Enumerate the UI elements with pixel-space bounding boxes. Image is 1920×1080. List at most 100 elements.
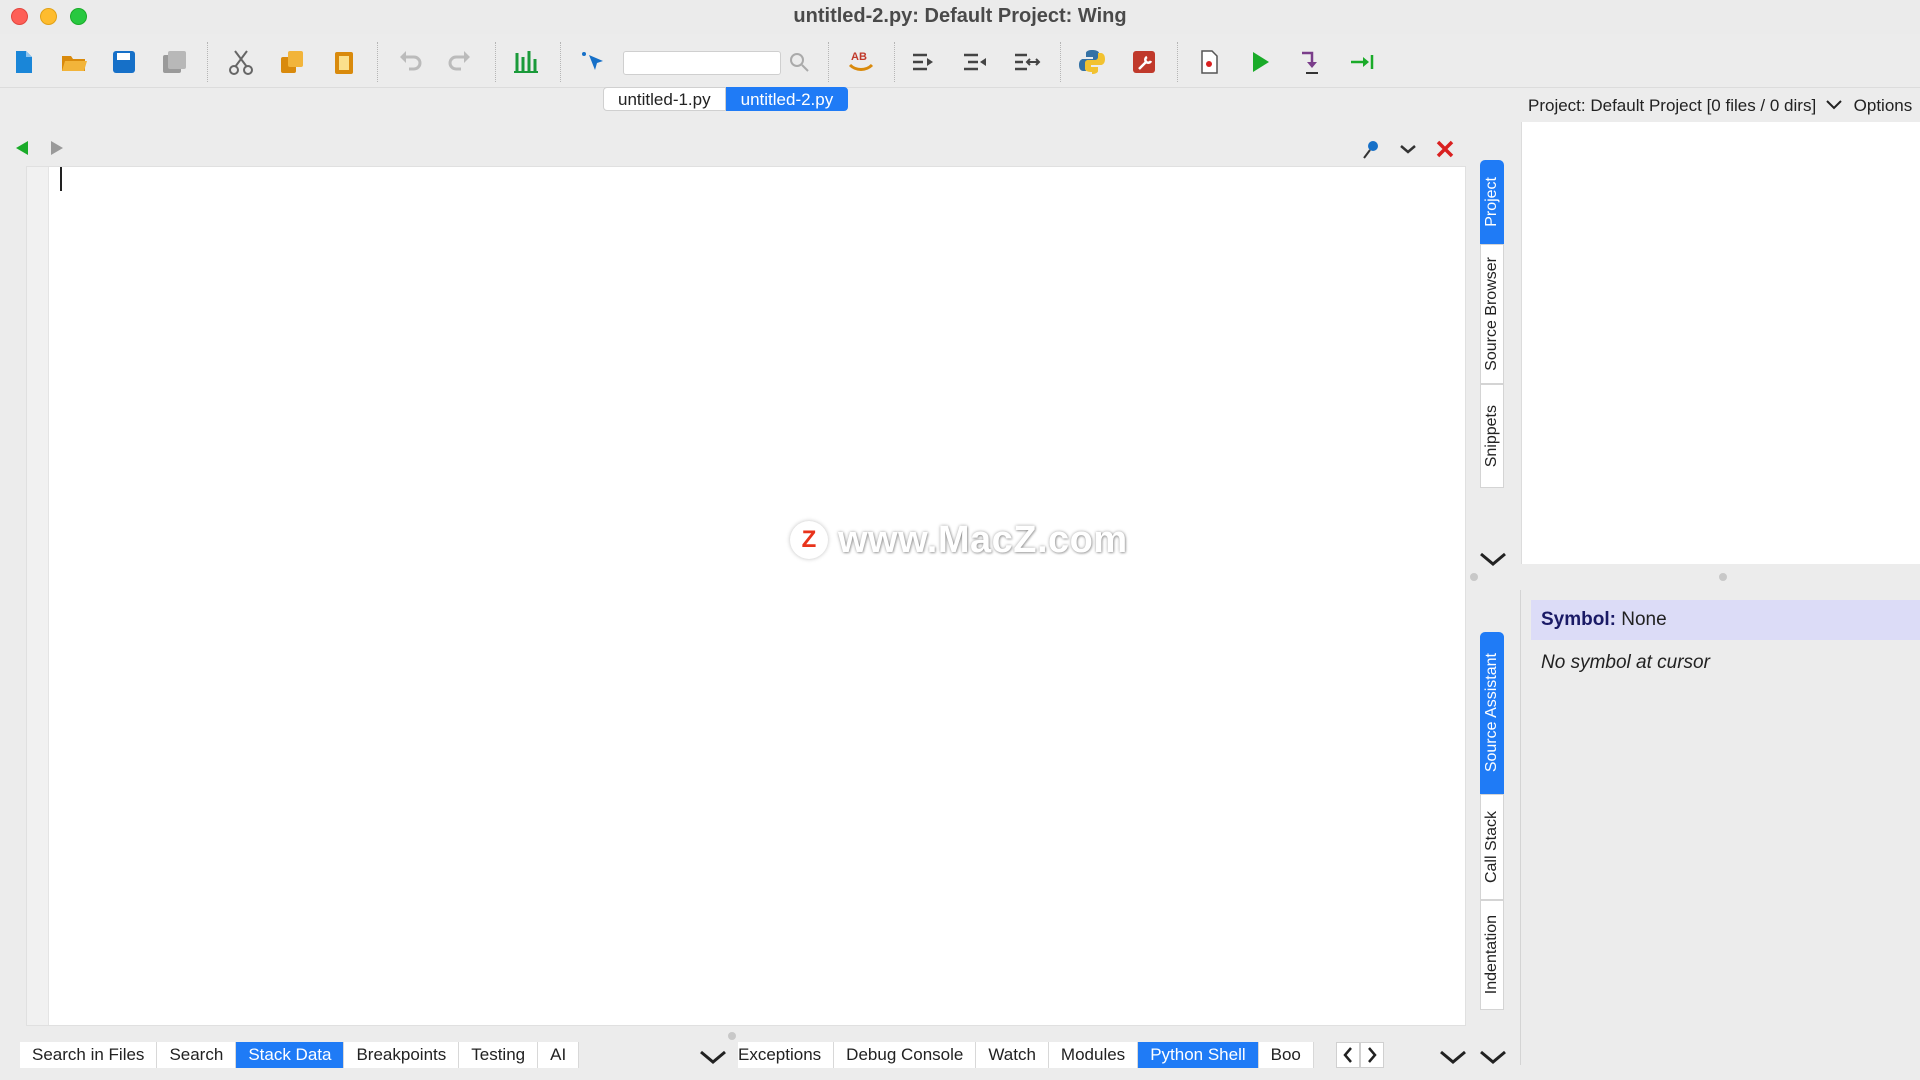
outdent-button[interactable] <box>957 44 993 80</box>
chevron-down-icon <box>1480 552 1506 566</box>
tab-bookmarks[interactable]: Boo <box>1258 1042 1314 1068</box>
tab-search-in-files[interactable]: Search in Files <box>20 1042 158 1068</box>
tab-call-stack[interactable]: Call Stack <box>1480 794 1504 900</box>
save-button[interactable] <box>106 44 142 80</box>
symbol-value: None <box>1621 609 1667 630</box>
debug-config-button[interactable] <box>1126 44 1162 80</box>
tab-snippets-label: Snippets <box>1483 404 1500 468</box>
bottom-right-panel-menu-button[interactable] <box>1436 1044 1470 1070</box>
right-splitter-handle[interactable] <box>1719 573 1727 581</box>
save-all-icon <box>163 51 186 73</box>
right-bottom-vertical-tabs: Source Assistant Call Stack Indentation <box>1480 632 1504 1010</box>
tab-breakpoints[interactable]: Breakpoints <box>344 1042 460 1068</box>
tab-project-label: Project <box>1483 177 1500 227</box>
run-button[interactable] <box>1242 44 1278 80</box>
tab-watch[interactable]: Watch <box>976 1042 1049 1068</box>
editor-header <box>0 130 1470 166</box>
chevron-down-icon <box>1440 1050 1466 1064</box>
pointer-icon <box>582 52 603 70</box>
toolbar-search-input[interactable] <box>623 51 781 75</box>
new-file-button[interactable] <box>5 44 41 80</box>
watermark: Z www.MacZ.com <box>790 518 1128 562</box>
tab-source-assistant[interactable]: Source Assistant <box>1480 632 1504 794</box>
tab-source-browser[interactable]: Source Browser <box>1480 244 1504 384</box>
editor-tab-bar: untitled-1.py untitled-2.py <box>603 87 849 111</box>
redo-button[interactable] <box>442 44 478 80</box>
undo-button[interactable] <box>392 44 428 80</box>
select-target-button[interactable] <box>575 44 611 80</box>
tab-indentation[interactable]: Indentation <box>1480 900 1504 1010</box>
tab-python-shell[interactable]: Python Shell <box>1138 1042 1259 1068</box>
indent-button[interactable] <box>906 44 942 80</box>
chevron-right-icon <box>1368 1047 1377 1063</box>
symbol-label: Symbol: <box>1541 609 1616 630</box>
step-out-button[interactable] <box>1344 44 1380 80</box>
bottom-left-tab-bar: Search in Files Search Stack Data Breakp… <box>20 1042 580 1068</box>
file-stop-icon <box>1201 50 1218 74</box>
right-top-vertical-tabs: Project Source Browser Snippets <box>1480 160 1504 488</box>
window-title: untitled-2.py: Default Project: Wing <box>793 5 1127 27</box>
project-header: Project: Default Project [0 files / 0 di… <box>1528 92 1920 120</box>
indent-icon <box>913 53 933 71</box>
right-bottom-panel-menu-button[interactable] <box>1476 1044 1510 1070</box>
no-symbol-message: No symbol at cursor <box>1541 652 1710 673</box>
project-title: Project: Default Project [0 files / 0 di… <box>1528 96 1817 115</box>
folder-open-icon <box>62 56 87 71</box>
text-cursor <box>60 167 62 191</box>
code-editor[interactable] <box>26 166 1466 1026</box>
save-all-button[interactable] <box>156 44 192 80</box>
tab-stack-data[interactable]: Stack Data <box>236 1042 345 1068</box>
indent-guides-button[interactable] <box>508 44 544 80</box>
project-options-button[interactable]: Options <box>1854 96 1913 115</box>
scroll-tabs-right-button[interactable] <box>1360 1042 1384 1068</box>
scroll-tabs-left-button[interactable] <box>1336 1042 1360 1068</box>
spell-check-button[interactable]: AB <box>843 44 879 80</box>
close-editor-button[interactable] <box>1432 136 1458 162</box>
search-icon <box>790 53 809 72</box>
editor-options-button[interactable] <box>1395 136 1421 162</box>
tab-modules[interactable]: Modules <box>1048 1042 1139 1068</box>
back-arrow-icon <box>16 141 28 155</box>
tab-project[interactable]: Project <box>1480 160 1504 244</box>
search-button[interactable] <box>781 44 817 80</box>
editor-tab-untitled-2[interactable]: untitled-2.py <box>725 87 849 111</box>
splitter-handle[interactable] <box>728 1032 736 1040</box>
bottom-left-panel-menu-button[interactable] <box>696 1044 730 1070</box>
stop-button[interactable] <box>1191 44 1227 80</box>
back-button[interactable] <box>10 136 34 160</box>
cut-button[interactable] <box>223 44 259 80</box>
tab-snippets[interactable]: Snippets <box>1480 384 1504 488</box>
open-file-button[interactable] <box>56 44 92 80</box>
copy-icon <box>281 51 303 73</box>
tab-source-browser-label: Source Browser <box>1483 257 1500 371</box>
symbol-row: Symbol: None <box>1531 600 1920 640</box>
copy-button[interactable] <box>274 44 310 80</box>
paste-button[interactable] <box>326 44 362 80</box>
forward-button[interactable] <box>45 136 69 160</box>
undo-icon <box>400 51 422 71</box>
right-top-panel-menu-button[interactable] <box>1476 546 1510 572</box>
editor-tab-untitled-1[interactable]: untitled-1.py <box>603 87 726 111</box>
tab-exceptions[interactable]: Exceptions <box>738 1042 835 1068</box>
chevron-down-icon <box>1400 145 1416 154</box>
new-file-icon <box>16 51 32 73</box>
step-into-button[interactable] <box>1293 44 1329 80</box>
chevron-down-icon[interactable] <box>1825 98 1843 112</box>
tab-debug-console[interactable]: Debug Console <box>834 1042 977 1068</box>
title-bar: untitled-2.py: Default Project: Wing <box>0 0 1920 34</box>
watermark-text: www.MacZ.com <box>838 518 1128 561</box>
bar-chart-icon <box>514 51 538 73</box>
vertical-splitter-handle[interactable] <box>1470 573 1478 581</box>
step-out-icon <box>1351 55 1374 69</box>
indent-toggle-button[interactable] <box>1008 44 1044 80</box>
project-tree[interactable] <box>1521 122 1920 564</box>
tab-search[interactable]: Search <box>157 1042 237 1068</box>
tab-testing[interactable]: Testing <box>459 1042 539 1068</box>
pin-button[interactable] <box>1358 136 1384 162</box>
indent-toggle-icon <box>1015 53 1041 71</box>
close-icon <box>1436 140 1454 158</box>
python-shell-button[interactable] <box>1074 44 1110 80</box>
spell-check-icon: AB <box>848 51 874 71</box>
tab-ai[interactable]: AI <box>538 1042 580 1068</box>
step-into-icon <box>1302 51 1318 74</box>
